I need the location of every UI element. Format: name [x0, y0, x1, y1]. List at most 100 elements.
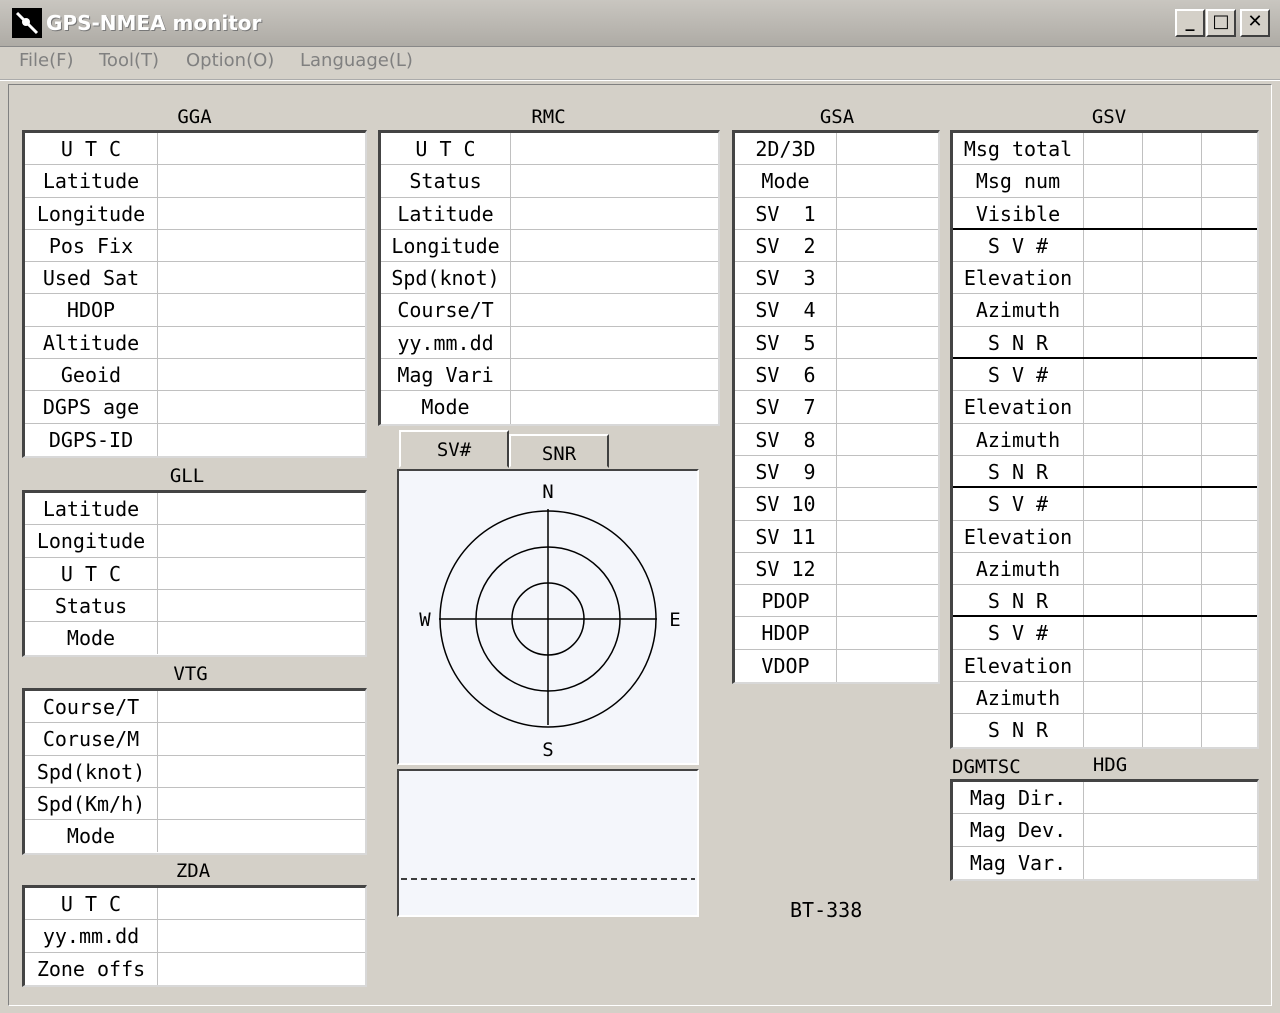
- gll-title: GLL: [169, 465, 205, 487]
- gsa-row-label: 2D/3D: [735, 133, 837, 165]
- gsv-column-separator: [953, 520, 1202, 552]
- menu-tool[interactable]: Tool(T): [99, 50, 159, 71]
- gsa-row-label: SV 9: [735, 455, 837, 488]
- menu-bar: File(F) Tool(T) Option(O) Language(L): [0, 47, 1280, 81]
- window-title: GPS-NMEA monitor: [46, 11, 262, 35]
- zda-row-label: Zone offs: [25, 952, 158, 985]
- gga-row: DGPS-ID: [25, 423, 365, 456]
- gsa-row-label: VDOP: [735, 649, 837, 683]
- minimize-button[interactable]: _: [1175, 9, 1205, 37]
- device-model-label: BT-338: [790, 898, 863, 922]
- gsa-row: SV 4: [735, 294, 938, 327]
- gga-row-label: DGPS age: [25, 391, 158, 423]
- gsv-column-separator: [953, 552, 1202, 585]
- rmc-row-label: Course/T: [381, 294, 511, 326]
- gll-row-label: Longitude: [25, 525, 158, 557]
- gga-row-label: DGPS-ID: [25, 423, 158, 456]
- gsa-row-label: SV 8: [735, 423, 837, 455]
- vtg-row-label: Spd(Km/h): [25, 787, 158, 820]
- hdg-row: Mag Var.: [953, 846, 1257, 879]
- gsv-row: S N R: [953, 714, 1257, 747]
- zda-row-label: yy.mm.dd: [25, 920, 158, 952]
- gsv-column-separator: [953, 391, 1202, 423]
- gsa-row-label: SV 5: [735, 326, 837, 359]
- rmc-row-label: yy.mm.dd: [381, 326, 511, 359]
- gsa-row: SV 5: [735, 326, 938, 360]
- gll-row: Longitude: [25, 525, 365, 558]
- gsv-row: S V #: [953, 359, 1257, 392]
- gsv-column-separator: [953, 262, 1202, 294]
- vtg-row-label: Coruse/M: [25, 723, 158, 755]
- hdg-title: HDG: [1092, 754, 1128, 776]
- gsa-row-label: HDOP: [735, 617, 837, 649]
- rmc-row: Mode: [381, 391, 718, 424]
- gga-row-label: Altitude: [25, 326, 158, 359]
- gsa-row: PDOP: [735, 585, 938, 618]
- gsa-row-label: SV 2: [735, 229, 837, 262]
- rmc-row: Mag Vari: [381, 359, 718, 392]
- rmc-row: Spd(knot): [381, 262, 718, 295]
- rmc-title: RMC: [531, 106, 566, 128]
- gga-row-label: U T C: [25, 133, 158, 165]
- gsv-row: Azimuth: [953, 423, 1257, 456]
- gsa-row: SV 8: [735, 423, 938, 456]
- gga-row-label: HDOP: [25, 294, 158, 326]
- maximize-button[interactable]: □: [1206, 9, 1236, 37]
- gsv-column-separator: [953, 229, 1202, 262]
- gga-row-label: Geoid: [25, 359, 158, 391]
- rmc-row: U T C: [381, 133, 718, 166]
- menu-language[interactable]: Language(L): [300, 50, 413, 71]
- hdg-row-label: Mag Var.: [953, 846, 1084, 879]
- vtg-row-label: Spd(knot): [25, 755, 158, 787]
- gsv-row: Elevation: [953, 520, 1257, 553]
- gsa-row-label: SV 11: [735, 520, 837, 552]
- snr-graph: [401, 878, 695, 880]
- gsv-column-separator: [953, 359, 1202, 391]
- gga-row: HDOP: [25, 294, 365, 327]
- gga-row: Geoid: [25, 359, 365, 392]
- gsv-column-separator: [953, 423, 1202, 455]
- gll-row-label: Mode: [25, 622, 158, 655]
- rmc-row-label: Status: [381, 165, 511, 197]
- gsv-row: S V #: [953, 229, 1257, 263]
- gsv-row: S V #: [953, 488, 1257, 521]
- menu-file[interactable]: File(F): [19, 50, 74, 71]
- rmc-row-label: Spd(knot): [381, 262, 511, 294]
- gll-row: U T C: [25, 557, 365, 590]
- tab-snr[interactable]: SNR: [509, 434, 609, 468]
- gsa-row-label: SV 3: [735, 262, 837, 294]
- close-button[interactable]: ✕: [1240, 9, 1270, 37]
- vtg-row: Spd(Km/h): [25, 787, 365, 821]
- gsa-title: GSA: [819, 106, 855, 128]
- gsv-row: S V #: [953, 617, 1257, 650]
- gsa-row-label: PDOP: [735, 585, 837, 617]
- tab-sv-number[interactable]: SV#: [399, 430, 509, 468]
- gsv-row: Azimuth: [953, 682, 1257, 715]
- gsv-row: S N R: [953, 455, 1257, 489]
- gsv-row: S N R: [953, 326, 1257, 360]
- zda-row: yy.mm.dd: [25, 920, 365, 953]
- rmc-table: U T C Status Latitude Longitude Spd(knot) Cou…: [378, 130, 720, 426]
- gsv-row: Azimuth: [953, 294, 1257, 327]
- hdg-table: Mag Dir. Mag Dev. Mag Var.: [950, 779, 1259, 881]
- gsa-row: SV 6: [735, 359, 938, 392]
- gsa-row: SV 1: [735, 197, 938, 230]
- gsv-column-separator: [953, 649, 1202, 682]
- compass-north: N: [542, 481, 553, 503]
- vtg-table: Course/T Coruse/M Spd(knot) Spd(Km/h) Mode: [22, 688, 367, 855]
- vtg-row: Coruse/M: [25, 723, 365, 756]
- hdg-row-label: Mag Dev.: [953, 814, 1084, 846]
- gsv-row: Elevation: [953, 391, 1257, 424]
- gga-row-label: Used Sat: [25, 262, 158, 294]
- gsv-row: Msg num: [953, 165, 1257, 198]
- sky-plot-graphic: N S E W: [419, 481, 680, 761]
- rmc-row: Latitude: [381, 197, 718, 230]
- gsv-column-separator: [953, 585, 1202, 616]
- gsv-column-separator: [953, 326, 1202, 358]
- title-bar[interactable]: GPS-NMEA monitor _ □ ✕: [0, 0, 1280, 47]
- gsv-column-separator: [953, 714, 1202, 747]
- zda-row-label: U T C: [25, 888, 158, 920]
- menu-option[interactable]: Option(O): [186, 50, 274, 71]
- gga-row: Latitude: [25, 165, 365, 198]
- rmc-row: Course/T: [381, 294, 718, 327]
